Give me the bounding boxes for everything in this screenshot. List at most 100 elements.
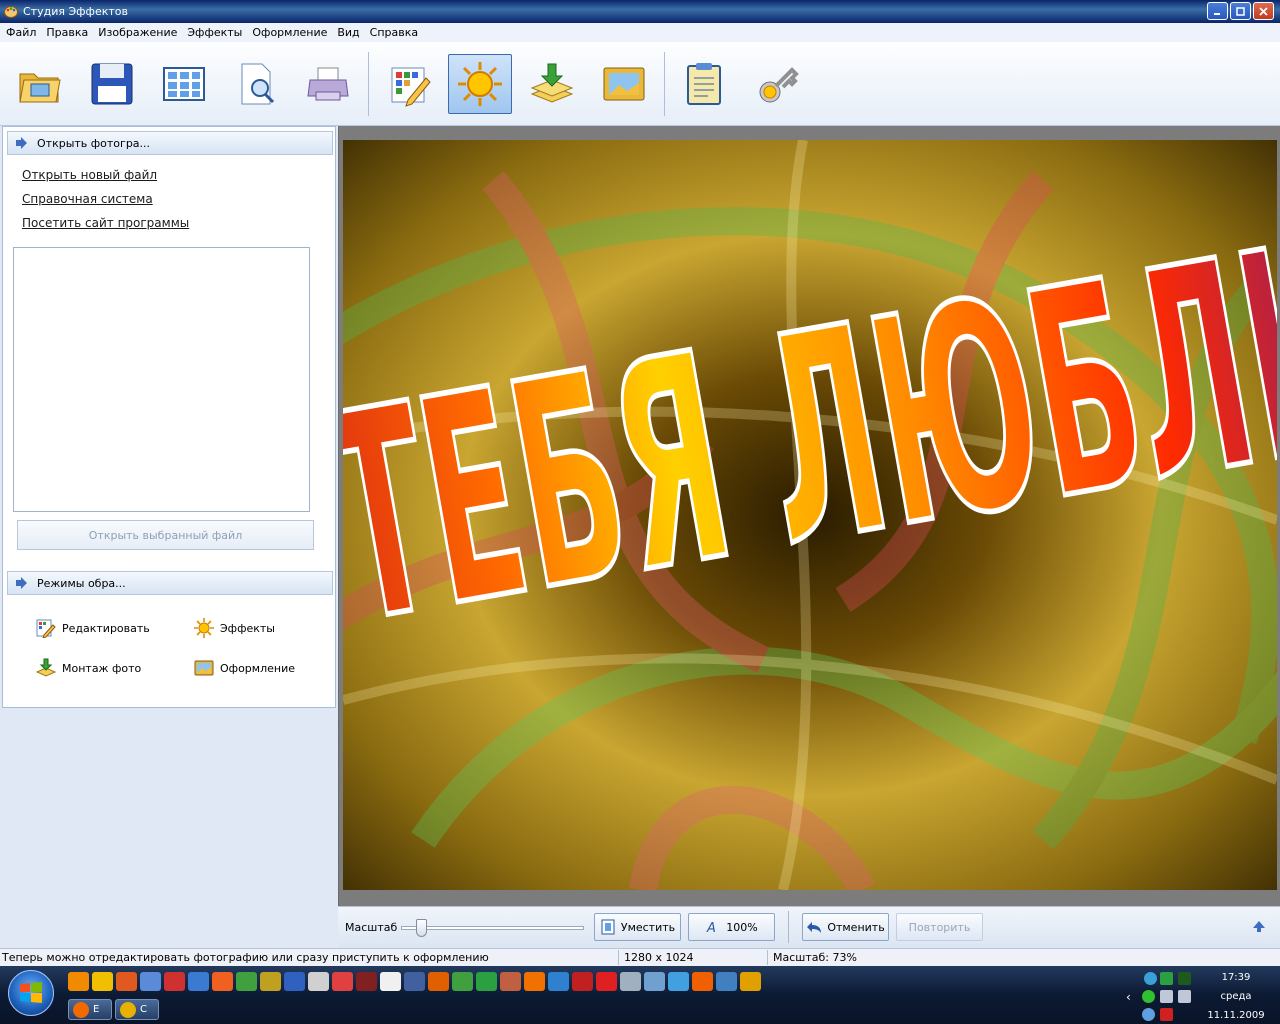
maximize-button[interactable]	[1230, 2, 1251, 20]
quick-launch-icon[interactable]	[500, 972, 521, 991]
fit-button[interactable]: Уместить	[594, 913, 681, 941]
quick-launch-icon[interactable]	[380, 972, 401, 991]
quick-launch-icon[interactable]	[572, 972, 593, 991]
menu-effects[interactable]: Эффекты	[183, 26, 248, 39]
task-button-firefox[interactable]: Е	[68, 999, 112, 1020]
clipboard-button[interactable]	[672, 54, 736, 114]
quick-launch-icon[interactable]	[68, 972, 89, 991]
tray-icon[interactable]	[1160, 972, 1173, 985]
quick-launch-icon[interactable]	[716, 972, 737, 991]
collapse-up-button[interactable]	[1252, 919, 1266, 933]
preview-button[interactable]	[224, 54, 288, 114]
edit-button[interactable]	[378, 54, 442, 114]
palette-icon	[120, 1001, 136, 1018]
start-button[interactable]	[8, 970, 54, 1016]
tray-icon[interactable]	[1142, 990, 1155, 1003]
mode-montage[interactable]: Монтаж фото	[35, 657, 141, 679]
status-zoom: Масштаб: 73%	[773, 951, 857, 964]
help-system-link[interactable]: Справочная система	[22, 192, 153, 206]
print-button[interactable]	[296, 54, 360, 114]
print-icon	[307, 67, 349, 101]
quick-launch-icon[interactable]	[668, 972, 689, 991]
quick-launch-icon[interactable]	[332, 972, 353, 991]
processing-modes-section-header[interactable]: Режимы обра...	[7, 571, 333, 595]
design-button[interactable]	[592, 54, 656, 114]
clock-time: 17:39	[1221, 972, 1251, 983]
clock-date: 11.11.2009	[1207, 1010, 1265, 1021]
tray-icon[interactable]	[1142, 1008, 1155, 1021]
slider-thumb[interactable]	[416, 919, 427, 937]
quick-launch-icon[interactable]	[140, 972, 161, 991]
thumbnails-button[interactable]	[152, 54, 216, 114]
minimize-icon	[1214, 12, 1220, 15]
status-divider	[767, 950, 768, 965]
actual-size-button[interactable]: A 100%	[688, 913, 775, 941]
mode-design[interactable]: Оформление	[193, 657, 295, 679]
tray-icon[interactable]	[1160, 1008, 1173, 1021]
quick-launch-icon[interactable]	[428, 972, 449, 991]
open-new-file-link[interactable]: Открыть новый файл	[22, 168, 157, 182]
edit-icon	[35, 617, 57, 639]
undo-button[interactable]: Отменить	[802, 913, 889, 941]
register-button[interactable]	[744, 54, 808, 114]
menu-file[interactable]: Файл	[2, 26, 42, 39]
quick-launch-icon[interactable]	[212, 972, 233, 991]
close-button[interactable]	[1253, 2, 1274, 20]
menu-image[interactable]: Изображение	[94, 26, 183, 39]
menu-view[interactable]: Вид	[333, 26, 365, 39]
quick-launch-icon[interactable]	[92, 972, 113, 991]
quick-launch-icon[interactable]	[188, 972, 209, 991]
quick-launch-icon[interactable]	[548, 972, 569, 991]
clock[interactable]: 17:39 среда 11.11.2009	[1206, 968, 1266, 1024]
zoombar-separator	[788, 911, 789, 943]
open-photo-section-header[interactable]: Открыть фотогра...	[7, 131, 333, 155]
menu-help[interactable]: Справка	[366, 26, 424, 39]
menu-edit[interactable]: Правка	[42, 26, 94, 39]
quick-launch-icon[interactable]	[476, 972, 497, 991]
mode-edit[interactable]: Редактировать	[35, 617, 150, 639]
task-button-effects-studio[interactable]: С	[115, 999, 159, 1020]
open-selected-file-button[interactable]: Открыть выбранный файл	[17, 520, 314, 550]
arrow-right-icon	[15, 137, 27, 149]
quick-launch-icon[interactable]	[740, 972, 761, 991]
canvas-area[interactable]: Я ТЕБЯ ЛЮБЛЮ	[338, 126, 1280, 906]
quick-launch-icon[interactable]	[356, 972, 377, 991]
network-icon[interactable]	[1178, 990, 1191, 1003]
save-button[interactable]	[80, 54, 144, 114]
visit-site-link[interactable]: Посетить сайт программы	[22, 216, 189, 230]
tray-icon[interactable]	[1144, 972, 1157, 985]
sun-icon	[193, 617, 215, 639]
quick-launch-icon[interactable]	[116, 972, 137, 991]
effects-button[interactable]	[448, 54, 512, 114]
quick-launch-icon[interactable]	[404, 972, 425, 991]
quick-launch-icon[interactable]	[308, 972, 329, 991]
network-icon[interactable]	[1160, 990, 1173, 1003]
chevron-left-icon[interactable]: ‹	[1126, 990, 1131, 1004]
tray-icon[interactable]	[1178, 972, 1191, 985]
quick-launch-icon[interactable]	[164, 972, 185, 991]
quick-launch-icon[interactable]	[236, 972, 257, 991]
slider-track	[401, 926, 584, 930]
photo-canvas[interactable]: Я ТЕБЯ ЛЮБЛЮ	[343, 140, 1277, 890]
clipboard-icon	[687, 63, 721, 105]
quick-launch-icon[interactable]	[524, 972, 545, 991]
montage-button[interactable]	[520, 54, 584, 114]
quick-launch-icon[interactable]	[596, 972, 617, 991]
window-title: Студия Эффектов	[23, 5, 128, 18]
quick-launch-icon[interactable]	[620, 972, 641, 991]
file-list[interactable]	[13, 247, 310, 512]
quick-launch-icon[interactable]	[260, 972, 281, 991]
mode-effects[interactable]: Эффекты	[193, 617, 275, 639]
open-button[interactable]	[8, 54, 72, 114]
minimize-button[interactable]	[1207, 2, 1228, 20]
quick-launch-icon[interactable]	[644, 972, 665, 991]
open-folder-icon	[19, 73, 61, 103]
quick-launch-icon[interactable]	[284, 972, 305, 991]
zoom-slider[interactable]	[401, 919, 586, 937]
redo-button[interactable]: Повторить	[896, 913, 983, 941]
actual-size-label: 100%	[726, 920, 758, 934]
quick-launch-icon[interactable]	[692, 972, 713, 991]
firefox-icon	[73, 1001, 89, 1018]
menu-design[interactable]: Оформление	[248, 26, 333, 39]
quick-launch-icon[interactable]	[452, 972, 473, 991]
